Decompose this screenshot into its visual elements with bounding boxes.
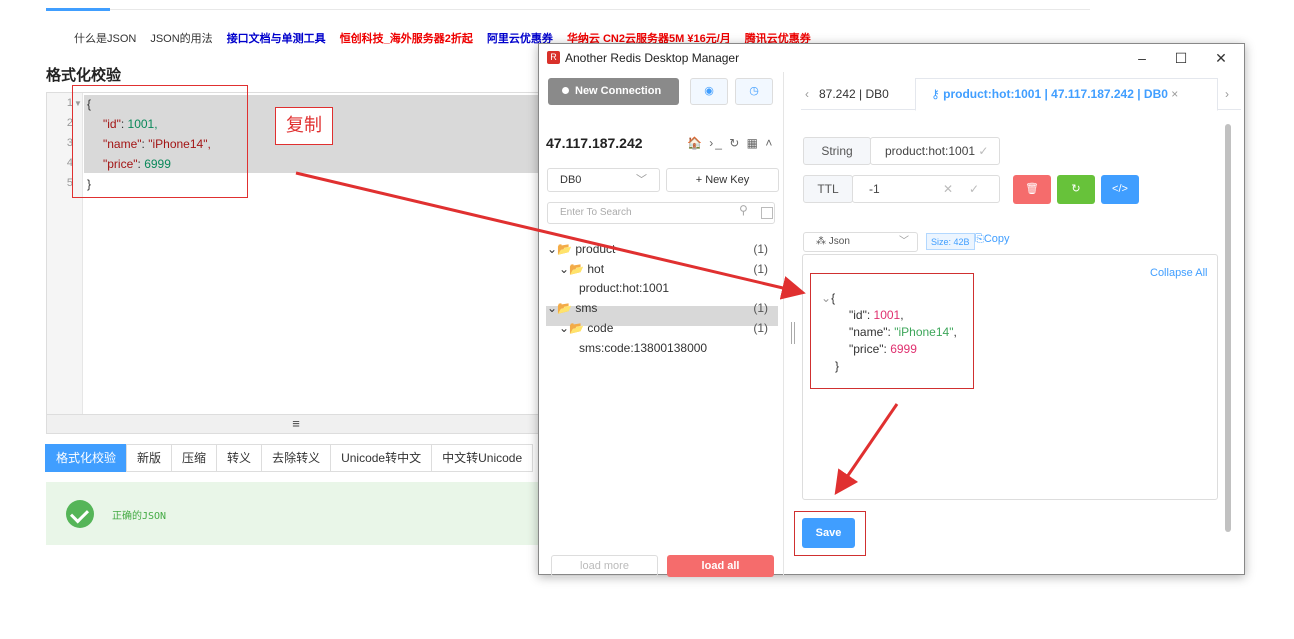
sitemap-icon: ⁂ (816, 236, 829, 247)
copy-value-button[interactable]: ⎘Copy (975, 233, 1010, 246)
key-type-label: String (803, 137, 871, 165)
tab-key-detail[interactable]: ⚷ product:hot:1001 | 47.117.187.242 | DB… (931, 87, 1178, 101)
tree-folder-product[interactable]: ⌄📂 product (1) (547, 242, 777, 256)
trash-icon: 🗑 (1025, 183, 1039, 195)
page-title: 格式化校验 (46, 67, 122, 84)
clock-icon: ◷ (749, 85, 759, 97)
exact-search-checkbox[interactable] (761, 207, 773, 219)
redis-manager-window: R Another Redis Desktop Manager – ☐ ✕ Ne… (538, 43, 1245, 577)
tab-unescape[interactable]: 去除转义 (261, 444, 332, 472)
tool-tabs: 格式化校验 新版 压缩 转义 去除转义 Unicode转中文 中文转Unicod… (45, 444, 534, 472)
annotation-save-box (794, 511, 866, 556)
tab-format-validate[interactable]: 格式化校验 (45, 444, 128, 472)
folder-open-icon: ⌄📂 (559, 262, 588, 276)
maximize-button[interactable]: ☐ (1163, 47, 1199, 69)
chevron-down-icon: ﹀ (636, 174, 647, 186)
active-nav-indicator (46, 8, 110, 11)
title-bar: R Another Redis Desktop Manager – ☐ ✕ (539, 44, 1244, 72)
check-icon[interactable]: ✓ (975, 144, 988, 158)
chevron-down-icon: ﹀ (899, 236, 909, 247)
status-icon-button[interactable]: ◉ (690, 78, 728, 105)
tab-connection[interactable]: 87.242 | DB0 (819, 87, 889, 101)
link-api-tool[interactable]: 接口文档与单测工具 (227, 30, 326, 46)
tree-folder-hot[interactable]: ⌄📂 hot (1) (559, 262, 777, 276)
delete-key-button[interactable]: 🗑 (1013, 175, 1051, 204)
link-what-is-json[interactable]: 什么是JSON (74, 30, 136, 46)
chevron-right-icon[interactable]: › (1225, 87, 1229, 101)
ttl-input[interactable]: -1 ✕ ✓ (852, 175, 1000, 203)
annotation-copy-label: 复制 (275, 107, 333, 145)
dump-command-button[interactable]: </> (1101, 175, 1139, 204)
annotation-copy-box (72, 85, 248, 198)
load-more-button[interactable]: load more (551, 555, 658, 577)
tab-compress[interactable]: 压缩 (171, 444, 218, 472)
tree-folder-code[interactable]: ⌄📂 code (1) (559, 321, 777, 335)
connection-sidebar: New Connection ◉ ◷ 47.117.187.242 🏠 ›_ ↻… (539, 72, 784, 577)
key-name-input[interactable]: product:hot:1001 ✓ (870, 137, 1000, 165)
tab-chinese-to-unicode[interactable]: 中文转Unicode (431, 444, 534, 472)
load-all-button[interactable]: load all (667, 555, 774, 577)
refresh-icon: ↻ (1071, 183, 1081, 195)
tree-key-product-hot-1001[interactable]: product:hot:1001 (579, 281, 669, 295)
annotation-json-box (810, 273, 974, 389)
dot-circle-icon: ◉ (704, 85, 714, 97)
link-ad-hengchuang[interactable]: 恒创科技_海外服务器2折起 (340, 30, 473, 46)
tree-key-sms-code[interactable]: sms:code:13800138000 (579, 341, 707, 355)
copy-icon: ⎘ (975, 233, 984, 245)
key-icon: ⚷ (931, 87, 944, 101)
editor-resize-handle[interactable]: ≡ (46, 414, 546, 434)
collapse-all-button[interactable]: Collapse All (1150, 267, 1207, 279)
tree-folder-sms[interactable]: ⌄📂 sms (1) (547, 301, 777, 315)
tab-unicode-to-chinese[interactable]: Unicode转中文 (330, 444, 433, 472)
top-divider (46, 9, 1090, 10)
view-format-select[interactable]: ⁂ Json ﹀ (803, 232, 918, 252)
refresh-key-button[interactable]: ↻ (1057, 175, 1095, 204)
connection-host[interactable]: 47.117.187.242 (546, 135, 643, 151)
code-icon: </> (1112, 183, 1128, 195)
tab-escape[interactable]: 转义 (216, 444, 263, 472)
clear-icon[interactable]: ✕ (943, 176, 953, 202)
search-icon[interactable]: ⚲ (739, 203, 748, 217)
close-button[interactable]: ✕ (1203, 47, 1239, 69)
folder-open-icon: ⌄📂 (547, 301, 576, 315)
link-json-usage[interactable]: JSON的用法 (150, 30, 212, 46)
redis-app-icon: R (547, 51, 560, 64)
connection-toolbar-icons[interactable]: 🏠 ›_ ↻ ▦ ˄ (687, 136, 774, 150)
chevron-left-icon[interactable]: ‹ (805, 87, 809, 101)
window-title: Another Redis Desktop Manager (565, 51, 740, 65)
ttl-label: TTL (803, 175, 853, 203)
validation-result: 正确的JSON (46, 482, 546, 545)
history-icon-button[interactable]: ◷ (735, 78, 773, 105)
tab-close-icon[interactable]: × (1168, 87, 1178, 101)
tab-new-version[interactable]: 新版 (126, 444, 173, 472)
db-select[interactable]: DB0 ﹀ (547, 168, 660, 192)
size-badge: Size: 42B (926, 233, 975, 250)
minimize-button[interactable]: – (1124, 47, 1160, 69)
check-icon[interactable]: ✓ (969, 176, 979, 202)
vertical-scrollbar[interactable] (1225, 124, 1231, 532)
pane-splitter[interactable] (791, 322, 795, 344)
check-circle-icon (66, 500, 94, 528)
folder-open-icon: ⌄📂 (547, 242, 576, 256)
new-connection-button[interactable]: New Connection (548, 78, 679, 105)
validation-message: 正确的JSON (112, 511, 167, 522)
new-key-button[interactable]: + New Key (666, 168, 779, 192)
folder-open-icon: ⌄📂 (559, 321, 588, 335)
